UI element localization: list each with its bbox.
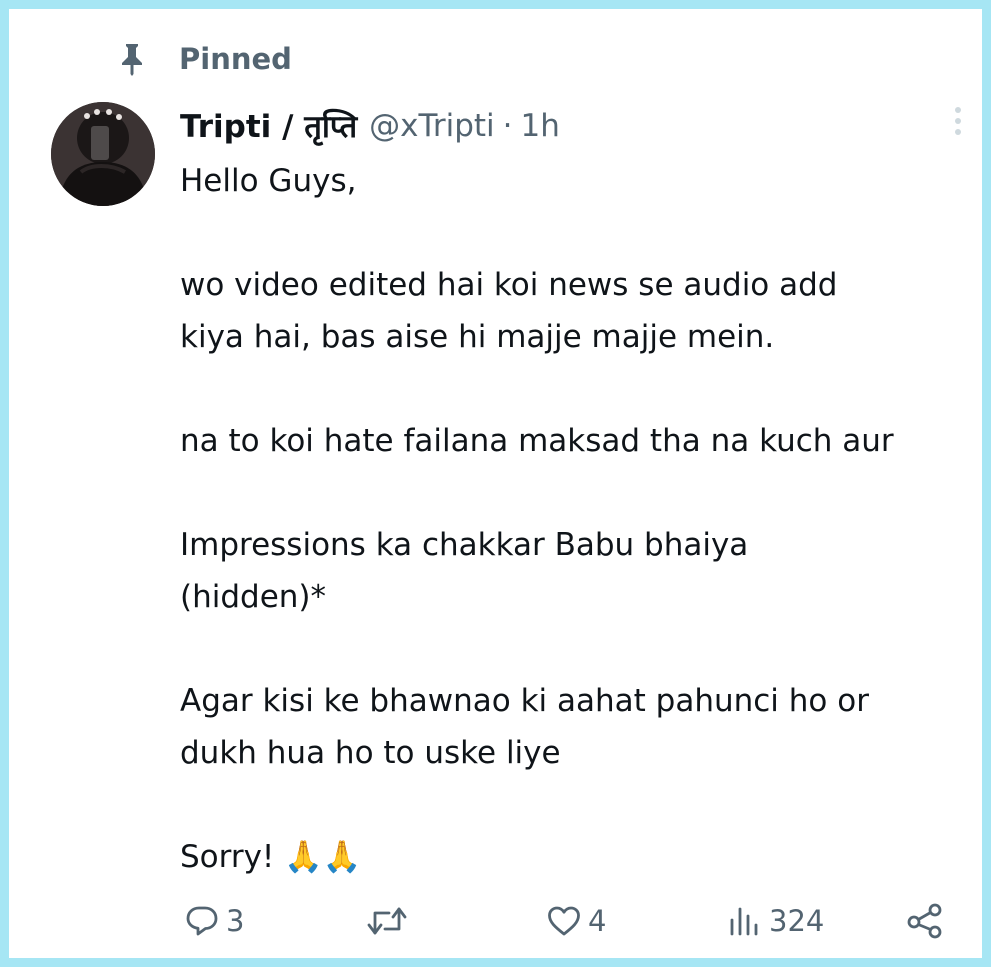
display-name[interactable]: Tripti / तृप्ति (180, 105, 357, 147)
heart-icon (546, 903, 582, 939)
tweet-line: Hello Guys, (180, 163, 357, 199)
views-button[interactable]: 324 (727, 897, 824, 945)
tweet-line: kiya hai, bas aise hi majje majje mein. (180, 319, 775, 355)
more-options-button[interactable] (943, 103, 973, 139)
tweet-actions: 3 4 324 (9, 897, 991, 945)
tweet-header: Tripti / तृप्ति @xTripti · 1h (180, 103, 560, 149)
tweet-line: Impressions ka chakkar Babu bhaiya (180, 527, 749, 563)
retweet-button[interactable] (365, 897, 415, 945)
header-separator: · (502, 108, 513, 144)
user-handle[interactable]: @xTripti (369, 108, 495, 144)
like-count: 4 (588, 904, 607, 938)
tweet-line: na to koi hate failana maksad tha na kuc… (180, 423, 894, 459)
tweet-line: Sorry! 🙏🙏 (180, 839, 362, 875)
like-button[interactable]: 4 (546, 897, 606, 945)
tweet-line: Agar kisi ke bhawnao ki aahat pahunci ho… (180, 683, 869, 719)
more-vertical-icon (955, 107, 961, 113)
pinned-indicator: Pinned (117, 39, 292, 79)
timestamp[interactable]: 1h (521, 108, 560, 144)
tweet-line: wo video edited hai koi news se audio ad… (180, 267, 838, 303)
pinned-label: Pinned (179, 42, 292, 76)
tweet-line: (hidden)* (180, 579, 327, 615)
pin-icon (117, 41, 147, 77)
share-icon (905, 901, 945, 941)
views-icon (727, 903, 763, 939)
tweet-card: Pinned Tripti / तृप्ति @xTripti · 1h Hel… (0, 0, 991, 967)
reply-count: 3 (226, 904, 245, 938)
retweet-icon (365, 903, 409, 939)
reply-button[interactable]: 3 (184, 897, 244, 945)
tweet-line: dukh hua ho to uske liye (180, 735, 561, 771)
share-button[interactable] (905, 897, 945, 945)
avatar[interactable] (51, 102, 155, 206)
reply-icon (184, 903, 220, 939)
tweet-text: Hello Guys, wo video edited hai koi news… (180, 155, 980, 883)
views-count: 324 (769, 904, 825, 938)
